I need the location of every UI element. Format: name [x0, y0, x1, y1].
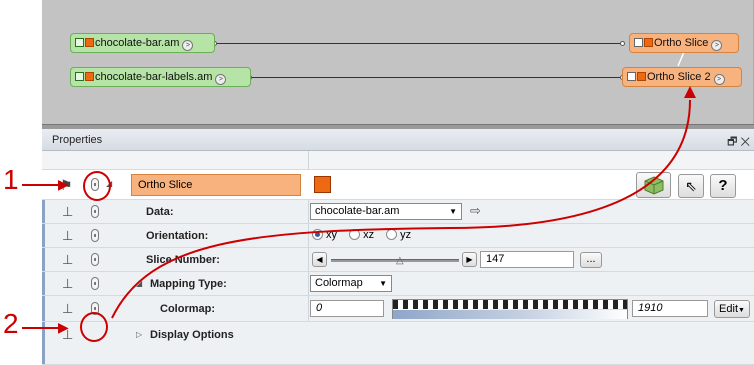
screenshot: chocolate-bar.am > chocolate-bar-labels.a…: [0, 0, 754, 365]
callout-curve: [111, 86, 696, 319]
